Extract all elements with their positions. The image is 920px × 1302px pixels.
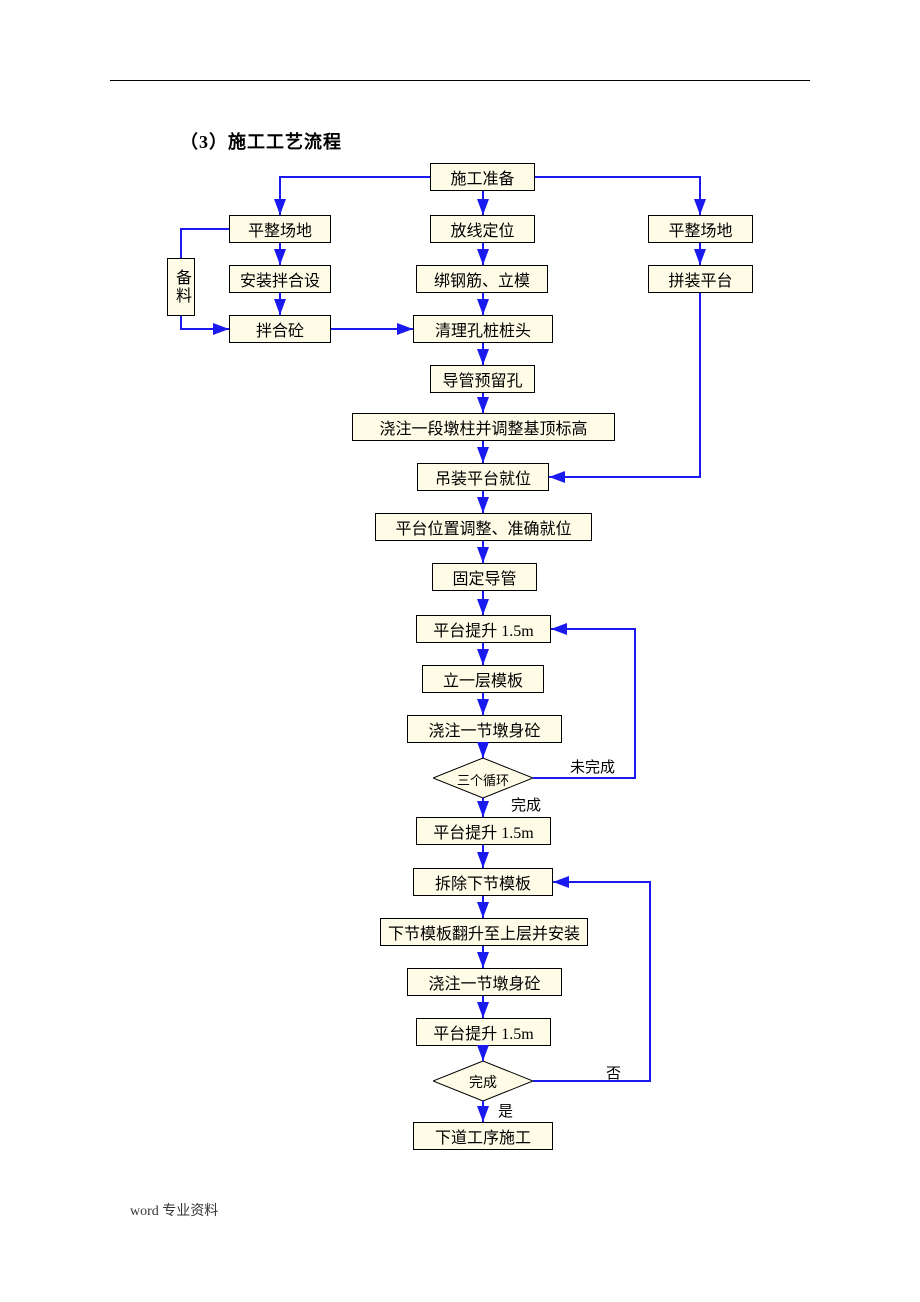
top-rule [110,80,810,81]
box-l1: 平整场地 [229,215,331,243]
box-c9: 固定导管 [432,563,537,591]
box-r2: 拼装平台 [648,265,753,293]
box-c10: 平台提升 1.5m [416,615,551,643]
box-c17: 平台提升 1.5m [416,1018,551,1046]
box-beiliao: 备料 [167,258,195,316]
box-c7: 吊装平台就位 [417,463,549,491]
flow-arrows [0,0,920,1302]
box-c1: 施工准备 [430,163,535,191]
box-c5: 导管预留孔 [430,365,535,393]
section-heading: （3）施工工艺流程 [180,128,342,154]
box-c16: 浇注一节墩身砼 [407,968,562,996]
box-c8: 平台位置调整、准确就位 [375,513,592,541]
box-c2: 放线定位 [430,215,535,243]
diamond2-label: 完成 [433,1072,533,1092]
box-c15: 下节模板翻升至上层并安装 [380,918,588,946]
diamond1-label: 三个循环 [433,770,533,789]
diamond-complete: 完成 [433,1061,533,1101]
label-unfinished: 未完成 [570,756,615,777]
box-c4: 清理孔桩桩头 [413,315,553,343]
label-yes: 是 [498,1100,513,1121]
box-c3: 绑钢筋、立模 [416,265,548,293]
box-l3: 拌合砼 [229,315,331,343]
label-finished: 完成 [511,794,541,815]
box-r1: 平整场地 [648,215,753,243]
box-c11: 立一层模板 [422,665,544,693]
label-no: 否 [606,1062,621,1083]
footer-text: word 专业资料 [130,1200,218,1220]
box-c12: 浇注一节墩身砼 [407,715,562,743]
diamond-three-cycles: 三个循环 [433,758,533,798]
box-c14: 拆除下节模板 [413,868,553,896]
box-l2: 安装拌合设 [229,265,331,293]
box-c6: 浇注一段墩柱并调整基顶标高 [352,413,615,441]
box-c13: 平台提升 1.5m [416,817,551,845]
box-c18: 下道工序施工 [413,1122,553,1150]
